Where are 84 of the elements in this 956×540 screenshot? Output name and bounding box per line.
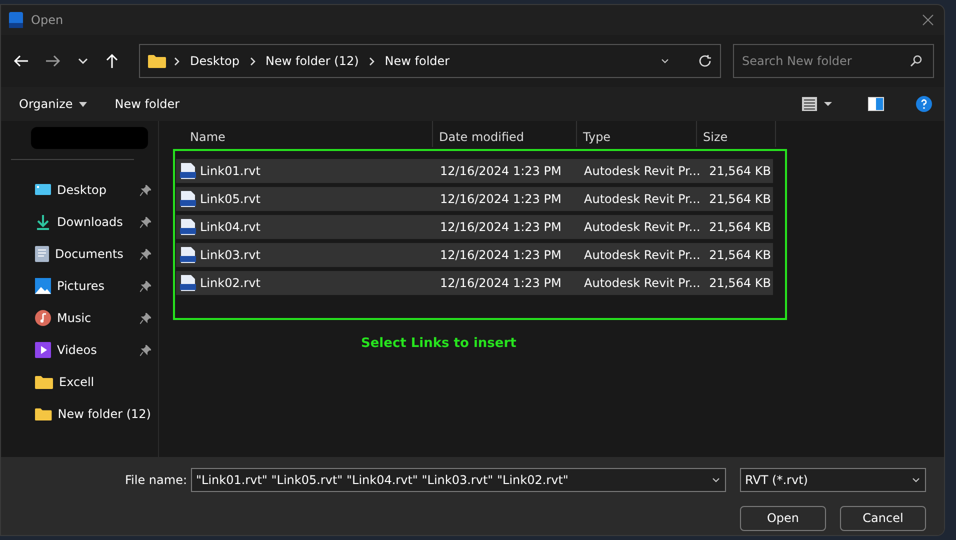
table-cell-text: 21,564 KB bbox=[708, 164, 771, 178]
table-cell-text: Autodesk Revit Pr... bbox=[583, 192, 698, 206]
document-icon bbox=[35, 246, 49, 262]
preview-pane-button[interactable] bbox=[866, 95, 886, 113]
window-title: Open bbox=[31, 13, 64, 27]
sidebar-item[interactable]: New folder (12) bbox=[1, 398, 151, 430]
search-field[interactable]: Search New folder bbox=[733, 44, 934, 78]
column-header[interactable]: Name bbox=[173, 121, 433, 147]
table-cell-text: 21,564 KB bbox=[708, 248, 771, 262]
pin-icon bbox=[140, 344, 151, 356]
revit-file-icon bbox=[180, 247, 196, 263]
file-row[interactable]: Link01.rvt 12/16/2024 1:23 PM Autodesk Revit Pr... 21,564 KB bbox=[176, 159, 773, 183]
table-cell-text: 21,564 KB bbox=[708, 220, 771, 234]
pin-icon bbox=[140, 312, 151, 324]
download-icon bbox=[35, 214, 51, 230]
music-note-icon bbox=[35, 310, 51, 326]
close-button[interactable] bbox=[920, 12, 936, 28]
file-name: Link04.rvt bbox=[200, 220, 260, 234]
table-cell-text: 12/16/2024 1:23 PM bbox=[439, 164, 562, 178]
file-type-dropdown[interactable]: RVT (*.rvt) bbox=[740, 468, 926, 492]
sidebar-item[interactable]: Desktop bbox=[1, 174, 151, 206]
file-row[interactable]: Link04.rvt 12/16/2024 1:23 PM Autodesk Revit Pr... 21,564 KB bbox=[176, 215, 773, 239]
file-row[interactable]: Link05.rvt 12/16/2024 1:23 PM Autodesk Revit Pr... 21,564 KB bbox=[176, 187, 773, 211]
sidebar-item[interactable]: Documents bbox=[1, 238, 151, 270]
revit-file-icon bbox=[180, 191, 196, 207]
folder-icon bbox=[35, 375, 53, 389]
monitor-icon bbox=[35, 183, 51, 197]
app-logo-icon bbox=[9, 12, 23, 28]
folder-icon bbox=[35, 407, 52, 421]
revit-file-icon bbox=[180, 219, 196, 235]
dropdown-icon bbox=[911, 475, 921, 485]
chevron-icon bbox=[368, 56, 375, 66]
file-row[interactable]: Link02.rvt 12/16/2024 1:23 PM Autodesk Revit Pr... 21,564 KB bbox=[176, 271, 773, 295]
pin-icon bbox=[140, 248, 151, 260]
revit-file-icon bbox=[180, 163, 196, 179]
pin-icon bbox=[140, 216, 151, 228]
sidebar-item[interactable]: Excell bbox=[1, 366, 151, 398]
chevron-icon bbox=[250, 56, 256, 66]
table-cell-text: 21,564 KB bbox=[708, 192, 771, 206]
breadcrumb[interactable]: New folder bbox=[382, 54, 452, 68]
address-bar[interactable]: Desktop New folder (12) New folder bbox=[139, 44, 721, 78]
table-cell-text: Autodesk Revit Pr... bbox=[583, 164, 698, 178]
column-header[interactable]: Date modified bbox=[433, 121, 577, 147]
table-cell-text: 12/16/2024 1:23 PM bbox=[439, 220, 562, 234]
folder-icon bbox=[148, 54, 166, 68]
file-row[interactable]: Link03.rvt 12/16/2024 1:23 PM Autodesk Revit Pr... 21,564 KB bbox=[176, 243, 773, 267]
search-icon bbox=[910, 55, 922, 67]
table-cell-text: Autodesk Revit Pr... bbox=[583, 220, 698, 234]
pin-icon bbox=[140, 184, 151, 196]
dropdown-icon bbox=[660, 56, 670, 66]
column-header[interactable]: Type bbox=[577, 121, 697, 147]
table-cell-text: Autodesk Revit Pr... bbox=[583, 248, 698, 262]
breadcrumb[interactable]: Desktop bbox=[188, 54, 242, 68]
organize-menu[interactable]: Organize bbox=[19, 97, 87, 111]
picture-icon bbox=[35, 278, 51, 294]
dialog-button[interactable]: Open bbox=[740, 506, 826, 530]
new-folder-button[interactable]: New folder bbox=[114, 97, 180, 111]
table-cell-text: Autodesk Revit Pr... bbox=[583, 276, 698, 290]
column-header[interactable]: Size bbox=[697, 121, 776, 147]
video-icon bbox=[35, 342, 51, 358]
table-cell-text: 12/16/2024 1:23 PM bbox=[439, 276, 562, 290]
pin-icon bbox=[140, 280, 151, 292]
help-button[interactable] bbox=[914, 94, 934, 114]
table-cell-text: 12/16/2024 1:23 PM bbox=[439, 192, 562, 206]
dialog-button[interactable]: Cancel bbox=[840, 506, 926, 530]
sidebar-item[interactable]: Pictures bbox=[1, 270, 151, 302]
revit-file-icon bbox=[180, 275, 196, 291]
refresh-icon[interactable] bbox=[698, 54, 712, 68]
table-cell-text: 12/16/2024 1:23 PM bbox=[439, 248, 562, 262]
sidebar-item[interactable]: Music bbox=[1, 302, 151, 334]
file-name: Link01.rvt bbox=[200, 164, 260, 178]
file-name-label: File name: bbox=[124, 473, 187, 487]
breadcrumb[interactable]: New folder (12) bbox=[264, 54, 361, 68]
sidebar-item[interactable]: Downloads bbox=[1, 206, 151, 238]
file-name: Link05.rvt bbox=[200, 192, 260, 206]
dropdown-icon bbox=[711, 475, 721, 485]
annotation-text: Select Links to insert bbox=[361, 336, 518, 351]
file-name: Link02.rvt bbox=[200, 276, 260, 290]
sidebar-item[interactable]: Videos bbox=[1, 334, 151, 366]
chevron-icon bbox=[174, 56, 180, 66]
file-name: Link03.rvt bbox=[200, 248, 260, 262]
table-cell-text: 21,564 KB bbox=[708, 276, 771, 290]
caret-icon bbox=[78, 102, 87, 106]
file-name-field[interactable]: "Link01.rvt" "Link05.rvt" "Link04.rvt" "Link03.rvt" "Link02.rvt" bbox=[191, 468, 726, 492]
